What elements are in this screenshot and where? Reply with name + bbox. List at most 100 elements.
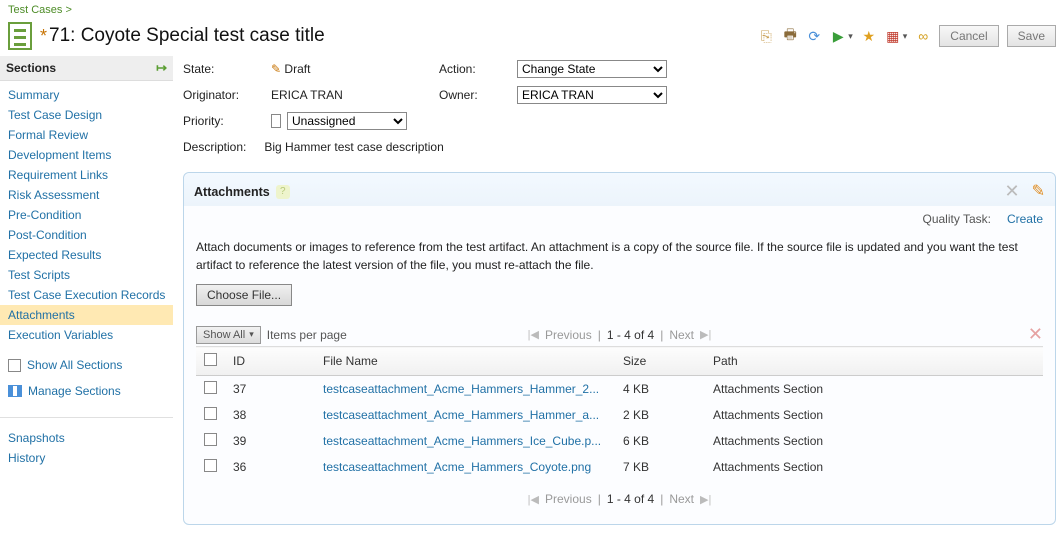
description-row: Description: Big Hammer test case descri… [183, 140, 1056, 154]
sidebar-item[interactable]: Risk Assessment [8, 185, 173, 205]
chevron-down-icon: ▾ [249, 329, 254, 340]
row-file-link[interactable]: testcaseattachment_Acme_Hammers_Hammer_2… [315, 376, 615, 403]
sidebar-heading-label: Sections [6, 61, 56, 75]
last-page-icon[interactable]: ▶| [700, 493, 711, 506]
sidebar-item[interactable]: Summary [8, 85, 173, 105]
sidebar-item[interactable]: Attachments [0, 305, 173, 325]
row-path: Attachments Section [705, 428, 1013, 454]
panel-subheader: Quality Task: Create [184, 206, 1055, 226]
table-row: 36testcaseattachment_Acme_Hammers_Coyote… [196, 454, 1043, 480]
breadcrumb-sep: > [65, 4, 71, 16]
print-icon[interactable]: 🖶 [782, 28, 798, 44]
originator-value: ERICA TRAN [271, 88, 431, 102]
sidebar-item[interactable]: Development Items [8, 145, 173, 165]
help-icon[interactable]: ? [276, 185, 290, 199]
sidebar-separator [0, 417, 173, 418]
col-file[interactable]: File Name [315, 347, 615, 376]
dirty-indicator: * [40, 26, 47, 47]
items-per-page-label: Items per page [267, 328, 347, 342]
row-size: 4 KB [615, 376, 705, 403]
row-checkbox[interactable] [196, 402, 225, 428]
row-file-link[interactable]: testcaseattachment_Acme_Hammers_Coyote.p… [315, 454, 615, 480]
page-title: 71: Coyote Special test case title [49, 25, 325, 47]
manage-sections[interactable]: Manage Sections [8, 381, 173, 401]
checkbox-icon [8, 359, 21, 372]
pager-count: 1 - 4 of 4 [607, 492, 654, 506]
description-label: Description: [183, 140, 246, 154]
checkbox-icon [204, 381, 217, 394]
state-value[interactable]: ✎ Draft [271, 62, 431, 76]
breadcrumb-link[interactable]: Test Cases [8, 4, 62, 16]
row-checkbox[interactable] [196, 376, 225, 403]
pin-icon[interactable]: ↦ [156, 60, 167, 76]
show-all-label: Show All [203, 329, 245, 341]
show-all-sections[interactable]: Show All Sections [8, 355, 173, 375]
sidebar-item[interactable]: Pre-Condition [8, 205, 173, 225]
row-actions [1013, 428, 1043, 454]
sidebar-item[interactable]: Execution Variables [8, 325, 173, 345]
sidebar-item[interactable]: Test Case Execution Records [8, 285, 173, 305]
edit-icon[interactable]: ✎ [1032, 181, 1045, 202]
row-actions [1013, 402, 1043, 428]
testcase-icon [8, 22, 32, 50]
row-file-link[interactable]: testcaseattachment_Acme_Hammers_Ice_Cube… [315, 428, 615, 454]
save-button[interactable]: Save [1007, 25, 1056, 47]
checkbox-icon [204, 353, 217, 366]
main: State: ✎ Draft Action: Change State Orig… [175, 56, 1064, 535]
delete-icon[interactable]: ✕ [1028, 324, 1043, 345]
sidebar: Sections ↦ SummaryTest Case DesignFormal… [0, 56, 175, 535]
row-path: Attachments Section [705, 454, 1013, 480]
row-checkbox[interactable] [196, 428, 225, 454]
row-file-link[interactable]: testcaseattachment_Acme_Hammers_Hammer_a… [315, 402, 615, 428]
last-page-icon[interactable]: ▶| [700, 328, 711, 341]
chevron-down-icon: ▾ [848, 31, 853, 42]
chevron-down-icon: ▾ [903, 31, 908, 42]
panel-body: Attach documents or images to reference … [184, 226, 1055, 524]
link-icon[interactable]: ∞ [915, 28, 931, 44]
copy-icon[interactable]: ⎘ [758, 28, 774, 44]
sidebar-item[interactable]: Post-Condition [8, 225, 173, 245]
close-icon[interactable]: ✕ [1005, 181, 1020, 202]
first-page-icon[interactable]: |◀ [528, 493, 539, 506]
pager-bottom: |◀ Previous | 1 - 4 of 4 | Next ▶| [196, 480, 1043, 510]
refresh-icon[interactable]: ⟳ [806, 28, 822, 44]
attachments-description: Attach documents or images to reference … [196, 238, 1043, 274]
show-all-button[interactable]: Show All ▾ [196, 326, 261, 344]
next-link[interactable]: Next [669, 492, 694, 506]
sidebar-item[interactable]: Test Case Design [8, 105, 173, 125]
table-row: 38testcaseattachment_Acme_Hammers_Hammer… [196, 402, 1043, 428]
sidebar-item[interactable]: Snapshots [8, 428, 173, 448]
owner-select[interactable]: ERICA TRAN [517, 86, 667, 104]
action-select[interactable]: Change State [517, 60, 667, 78]
priority-icon [271, 114, 281, 128]
sidebar-item[interactable]: Formal Review [8, 125, 173, 145]
sidebar-list-2: SnapshotsHistory [0, 424, 173, 478]
attachments-panel: Attachments ? ✕ ✎ Quality Task: Create A… [183, 172, 1056, 525]
col-checkbox[interactable] [196, 347, 225, 376]
row-actions [1013, 454, 1043, 480]
create-link[interactable]: Create [1007, 212, 1043, 226]
row-checkbox[interactable] [196, 454, 225, 480]
sidebar-item[interactable]: Expected Results [8, 245, 173, 265]
choose-file-button[interactable]: Choose File... [196, 284, 292, 306]
state-label: State: [183, 62, 263, 76]
first-page-icon[interactable]: |◀ [528, 328, 539, 341]
sidebar-item[interactable]: Requirement Links [8, 165, 173, 185]
star-icon[interactable]: ★ [861, 28, 877, 44]
priority-value: Unassigned [271, 112, 431, 130]
next-link[interactable]: Next [669, 328, 694, 342]
col-id[interactable]: ID [225, 347, 315, 376]
calendar-menu[interactable]: ▦ ▾ [885, 28, 908, 44]
col-path[interactable]: Path [705, 347, 1013, 376]
attachments-table: ID File Name Size Path 37testcaseattachm… [196, 346, 1043, 480]
prev-link[interactable]: Previous [545, 328, 592, 342]
sidebar-item[interactable]: History [8, 448, 173, 468]
panel-header: Attachments ? ✕ ✎ [184, 173, 1055, 206]
col-size[interactable]: Size [615, 347, 705, 376]
priority-select[interactable]: Unassigned [287, 112, 407, 130]
prev-link[interactable]: Previous [545, 492, 592, 506]
run-menu[interactable]: ▶ ▾ [830, 28, 853, 44]
sidebar-item[interactable]: Test Scripts [8, 265, 173, 285]
table-row: 37testcaseattachment_Acme_Hammers_Hammer… [196, 376, 1043, 403]
cancel-button[interactable]: Cancel [939, 25, 998, 47]
